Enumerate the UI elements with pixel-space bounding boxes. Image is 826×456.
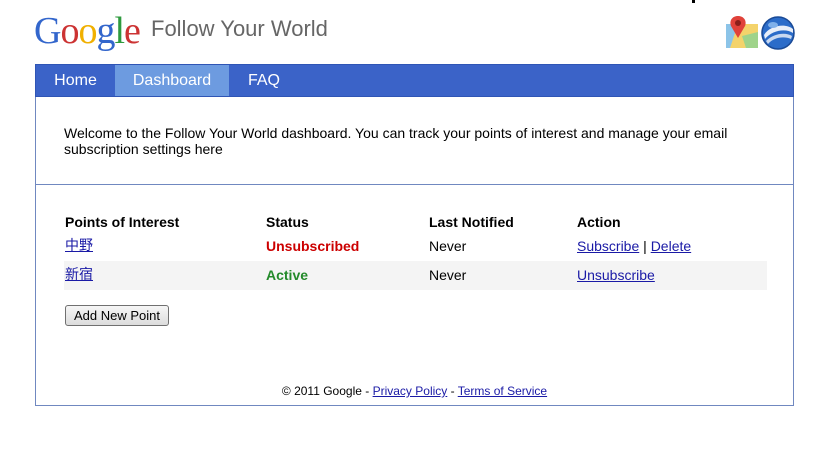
logo-letter: g <box>96 10 115 52</box>
logo-letter: o <box>60 10 79 52</box>
nav-faq[interactable]: FAQ <box>229 65 299 96</box>
add-new-point-button[interactable]: Add New Point <box>65 305 169 326</box>
logo-letter: l <box>114 10 125 52</box>
action-separator: | <box>643 238 647 254</box>
row-actions: Subscribe | Delete <box>577 238 691 254</box>
logo-letter: o <box>78 10 97 52</box>
google-logo[interactable]: Google <box>34 9 141 53</box>
nav-dashboard[interactable]: Dashboard <box>115 65 229 96</box>
last-notified: Never <box>429 267 467 283</box>
col-header-points: Points of Interest <box>65 214 180 230</box>
header: Google Follow Your World <box>0 0 826 64</box>
divider <box>36 184 793 185</box>
last-notified: Never <box>429 238 467 254</box>
unsubscribe-link[interactable]: Unsubscribe <box>577 267 655 283</box>
copyright: © 2011 Google - <box>281 384 373 398</box>
status-badge: Active <box>266 267 309 283</box>
terms-of-service-link[interactable]: Terms of Service <box>458 384 547 398</box>
corner-mark <box>692 0 695 3</box>
col-header-last-notified: Last Notified <box>429 214 514 230</box>
col-header-action: Action <box>577 214 621 230</box>
dashboard-panel: Welcome to the Follow Your World dashboa… <box>35 97 794 406</box>
footer-separator: - <box>447 384 458 398</box>
logo-letter: e <box>124 10 141 52</box>
app-title: Follow Your World <box>151 16 328 41</box>
delete-link[interactable]: Delete <box>651 238 691 254</box>
subscribe-link[interactable]: Subscribe <box>577 238 639 254</box>
table-row <box>64 261 767 290</box>
status-badge: Unsubscribed <box>266 238 360 254</box>
welcome-text: Welcome to the Follow Your World dashboa… <box>64 125 728 157</box>
main-nav: Home Dashboard FAQ <box>35 64 794 97</box>
point-link[interactable]: 中野 <box>65 237 93 253</box>
footer: © 2011 Google - Privacy Policy - Terms o… <box>36 384 793 398</box>
logo-letter: G <box>34 10 61 52</box>
google-earth-icon[interactable] <box>760 15 796 51</box>
nav-home[interactable]: Home <box>36 65 115 96</box>
privacy-policy-link[interactable]: Privacy Policy <box>373 384 448 398</box>
col-header-status: Status <box>266 214 309 230</box>
point-link[interactable]: 新宿 <box>65 266 93 282</box>
